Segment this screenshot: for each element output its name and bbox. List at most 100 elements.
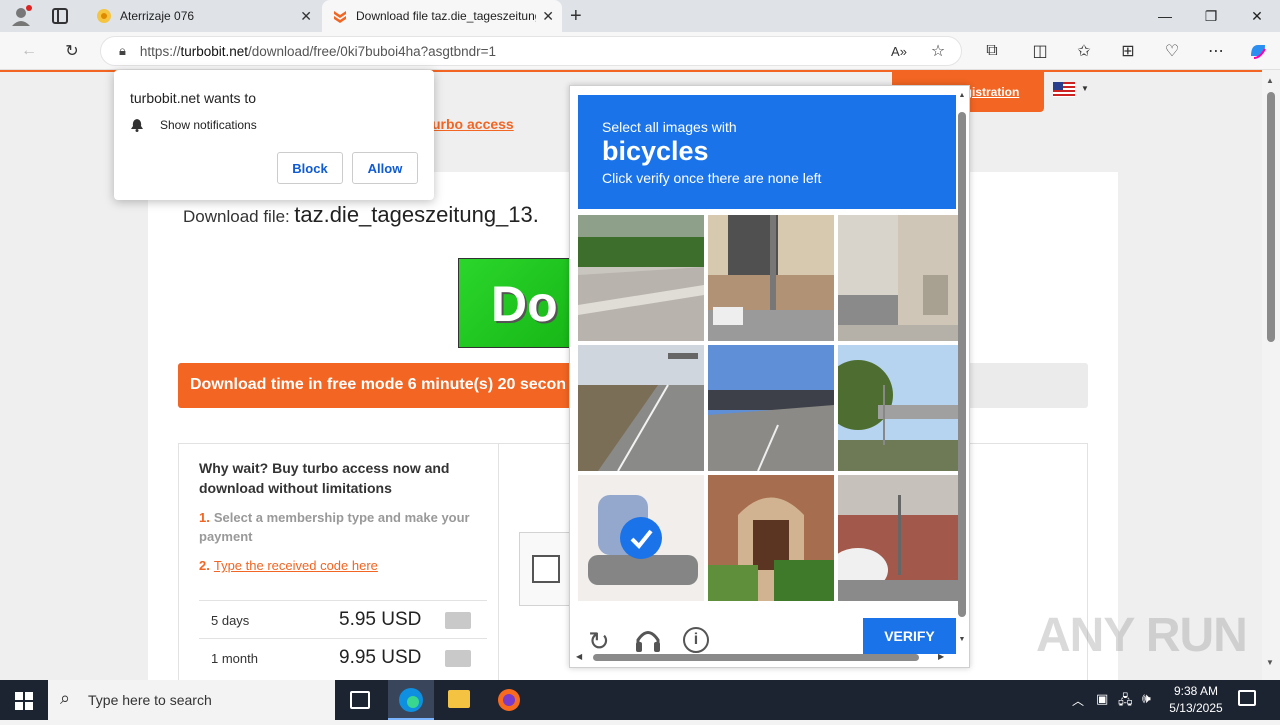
download-banner[interactable]: Do: [458, 258, 570, 348]
tray-chevron-icon[interactable]: ︿: [1072, 692, 1084, 709]
notification-permission-popup: turbobit.net wants to Show notifications…: [114, 70, 434, 200]
captcha-target: bicycles: [602, 136, 709, 166]
read-aloud-icon[interactable]: A»: [888, 40, 910, 62]
profile-icon[interactable]: [10, 5, 32, 27]
performance-icon[interactable]: ♡: [1161, 40, 1183, 62]
turbo-left-column: Why wait? Buy turbo access now and downl…: [199, 444, 499, 680]
network-icon[interactable]: 🖧︎: [1118, 691, 1133, 713]
captcha-subtext: Click verify once there are none left: [602, 170, 822, 186]
plan-row[interactable]: 5 days 5.95 USD: [199, 600, 487, 638]
recaptcha-checkbox[interactable]: [532, 555, 560, 583]
volume-icon[interactable]: 🕪︎: [1142, 690, 1151, 707]
turbobit-favicon-icon: [334, 11, 346, 23]
url-domain: turbobit.net: [180, 43, 248, 59]
restore-icon[interactable]: ❐: [1188, 0, 1234, 32]
captcha-header: Select all images with bicycles Click ve…: [578, 95, 956, 209]
verify-button[interactable]: VERIFY: [863, 618, 956, 654]
captcha-scroll-thumb[interactable]: [958, 112, 966, 617]
close-window-icon[interactable]: ✕: [1234, 0, 1280, 32]
captcha-tile[interactable]: [838, 215, 964, 341]
clock-time: 9:38 AM: [1173, 684, 1219, 698]
allow-button[interactable]: Allow: [352, 152, 418, 184]
firefox-icon[interactable]: [497, 688, 521, 717]
captcha-tile[interactable]: [838, 475, 964, 601]
language-flag-icon[interactable]: [1053, 82, 1075, 97]
turbo-access-link[interactable]: urbo access: [432, 116, 514, 132]
close-tab-icon[interactable]: ✕: [300, 8, 312, 25]
notifications-icon[interactable]: [1238, 690, 1256, 706]
minimize-icon[interactable]: —: [1142, 0, 1188, 32]
step-2: 2. Type the received code here: [199, 558, 378, 573]
permission-item: Show notifications: [160, 118, 257, 132]
file-name: taz.die_tageszeitung_13.: [294, 202, 539, 227]
search-icon: ⌕: [60, 688, 71, 708]
info-icon[interactable]: i: [683, 627, 709, 653]
download-title: Download file: taz.die_tageszeitung_13.: [183, 202, 539, 228]
captcha-scrollbar-vertical[interactable]: ▲ ▼: [957, 92, 967, 648]
captcha-tile[interactable]: [708, 215, 834, 341]
browser-toolbar: ← ↻ 🔒︎ https://turbobit.net/download/fre…: [0, 32, 1280, 70]
task-view-icon[interactable]: [350, 691, 370, 709]
captcha-challenge: Select all images with bicycles Click ve…: [569, 85, 970, 668]
favorite-star-icon[interactable]: ☆: [927, 40, 949, 62]
copilot-icon[interactable]: [1247, 40, 1269, 62]
captcha-tile[interactable]: [838, 345, 964, 471]
step-2-link[interactable]: Type the received code here: [214, 558, 378, 573]
tab-actions-icon[interactable]: [52, 8, 68, 24]
close-tab-icon[interactable]: ✕: [542, 8, 554, 25]
plan-row[interactable]: 1 month 9.95 USD: [199, 638, 487, 676]
extensions-icon[interactable]: ⧉: [981, 40, 1003, 62]
download-label: Download file:: [183, 207, 290, 226]
start-windows-icon[interactable]: [15, 692, 33, 715]
captcha-tile[interactable]: [578, 215, 704, 341]
tray-device-icon[interactable]: ▣: [1096, 691, 1108, 707]
clock[interactable]: 9:38 AM 5/13/2025: [1166, 683, 1226, 717]
refresh-icon[interactable]: ↻: [61, 40, 83, 62]
banner-text: Do: [491, 276, 558, 332]
edge-taskbar-icon[interactable]: [388, 680, 434, 720]
why-wait-text: Why wait? Buy turbo access now and downl…: [199, 460, 450, 496]
language-dropdown-icon[interactable]: ▼: [1081, 84, 1089, 93]
collections-icon[interactable]: ⊞: [1117, 40, 1139, 62]
card-icon: [445, 650, 471, 667]
taskbar: ⌕ Type here to search ︿ ▣ 🖧︎ 🕪︎ 9:38 AM …: [0, 680, 1280, 720]
captcha-tile[interactable]: [708, 475, 834, 601]
clock-date: 5/13/2025: [1169, 701, 1223, 715]
taskbar-search-placeholder: Type here to search: [88, 692, 212, 708]
captcha-tile[interactable]: [708, 345, 834, 471]
anyrun-watermark: ANY RUN: [1036, 608, 1248, 663]
address-bar[interactable]: 🔒︎ https://turbobit.net/download/free/0k…: [100, 36, 962, 66]
taskbar-search-box[interactable]: ⌕ Type here to search: [48, 680, 335, 720]
tab-title: Download file taz.die_tageszeitung: [356, 9, 536, 23]
captcha-hscroll-thumb[interactable]: [593, 654, 919, 661]
url-prefix: https://: [139, 43, 181, 59]
plan-price: 9.95 USD: [339, 647, 422, 668]
lock-icon[interactable]: 🔒︎: [119, 43, 126, 59]
split-screen-icon[interactable]: ◫: [1029, 40, 1051, 62]
card-icon: [445, 612, 471, 629]
captcha-tile[interactable]: [578, 345, 704, 471]
site-favicon-icon: [97, 9, 111, 23]
step-1-number: 1.: [199, 510, 210, 525]
checkmark-icon: [620, 517, 662, 559]
favorites-icon[interactable]: ✩: [1073, 40, 1095, 62]
file-explorer-icon[interactable]: [448, 690, 470, 708]
watermark-text: ANY RUN: [1036, 609, 1248, 662]
step-2-number: 2.: [199, 558, 210, 573]
plan-price: 5.95 USD: [339, 609, 422, 630]
tab-aterrizaje[interactable]: Aterrizaje 076 ✕: [86, 0, 320, 32]
new-tab-icon[interactable]: +: [570, 5, 582, 28]
captcha-tile-selected[interactable]: [578, 475, 704, 601]
plan-period: 5 days: [211, 613, 250, 628]
back-icon[interactable]: ←: [18, 40, 40, 62]
page-scrollbar[interactable]: ▲ ▼: [1262, 70, 1280, 680]
captcha-scrollbar-horizontal[interactable]: ◀ ▶: [576, 652, 948, 662]
more-menu-icon[interactable]: ⋯: [1205, 40, 1227, 62]
captcha-instruction: Select all images with: [602, 119, 737, 135]
scrollbar-thumb[interactable]: [1267, 92, 1275, 342]
tab-title: Aterrizaje 076: [120, 9, 195, 23]
free-mode-text: Download time in free mode 6 minute(s) 2…: [190, 376, 567, 393]
bell-icon: [130, 118, 144, 137]
block-button[interactable]: Block: [277, 152, 343, 184]
tab-download-file[interactable]: Download file taz.die_tageszeitung ✕: [322, 0, 562, 32]
